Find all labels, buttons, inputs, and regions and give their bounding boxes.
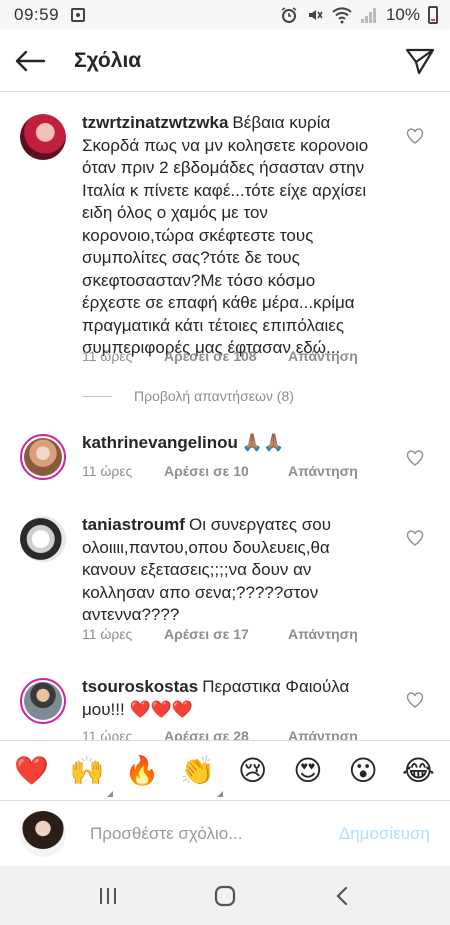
comment-likes[interactable]: Αρέσει σε 10 <box>164 463 288 479</box>
emoji-laughing[interactable]: 😂 <box>398 751 438 791</box>
view-replies-button[interactable]: Προβολή απαντήσεων (8) <box>82 388 294 404</box>
comment-likes[interactable]: Αρέσει σε 28 <box>164 728 288 740</box>
comment-username[interactable]: tzwrtzinatzwtzwka <box>82 113 228 132</box>
comment-username[interactable]: taniastroumf <box>82 515 185 534</box>
comment-time: 11 ώρες <box>82 463 133 479</box>
mute-icon <box>308 10 323 20</box>
emoji-quick-bar: ❤️ 🙌 🔥 👏 😢 😍 😮 😂 <box>0 740 450 800</box>
comment-text: kathrinevangelinou 🙏🏽🙏🏽 <box>82 432 378 455</box>
page-title: Σχόλια <box>74 48 142 72</box>
reply-button[interactable]: Απάντηση <box>288 626 358 642</box>
recents-button[interactable] <box>88 876 128 916</box>
reply-button[interactable]: Απάντηση <box>288 728 358 740</box>
avatar[interactable] <box>20 678 66 724</box>
reply-button[interactable]: Απάντηση <box>288 348 358 364</box>
comment-time: 11 ώρες <box>82 728 133 740</box>
comment-likes[interactable]: Αρέσει σε 17 <box>164 626 288 642</box>
post-button[interactable]: Δημοσίευση <box>339 824 430 844</box>
comment-meta: 11 ώρες Αρέσει σε 17 Απάντηση <box>82 626 358 642</box>
share-button[interactable] <box>390 30 450 92</box>
heart-outline-icon[interactable] <box>406 529 424 547</box>
nav-back-icon <box>336 886 347 905</box>
avatar[interactable] <box>20 434 66 480</box>
comment-input[interactable] <box>90 823 310 844</box>
wifi-icon <box>332 7 352 24</box>
app-header: Σχόλια <box>0 30 450 92</box>
avatar[interactable] <box>20 516 66 562</box>
emoji-clap[interactable]: 👏 <box>177 751 224 797</box>
emoji-heart[interactable]: ❤️ <box>12 751 52 791</box>
comment-username[interactable]: tsouroskostas <box>82 677 198 696</box>
comment-composer: Δημοσίευση <box>0 800 450 866</box>
recents-icon <box>100 887 117 904</box>
comment-meta: 11 ώρες Αρέσει σε 10 Απάντηση <box>82 463 358 479</box>
view-replies-label: Προβολή απαντήσεων (8) <box>134 388 294 404</box>
home-icon <box>214 885 236 906</box>
nav-back-button[interactable] <box>322 876 362 916</box>
divider <box>82 395 112 397</box>
alarm-icon <box>281 7 297 23</box>
comment-likes[interactable]: Αρέσει σε 108 <box>164 348 288 364</box>
emoji-heart-eyes[interactable]: 😍 <box>288 751 328 791</box>
back-button[interactable] <box>0 30 60 92</box>
paper-plane-icon <box>405 48 435 74</box>
arrow-left-icon <box>15 50 46 71</box>
comment-text: tsouroskostas Περαστικα Φαιούλα μου!!! ❤️… <box>82 676 378 721</box>
status-bar: 09:59 10% <box>0 0 450 30</box>
heart-outline-icon[interactable] <box>406 691 424 709</box>
comment-text: tzwrtzinatzwtzwka Βέβαια κυρία Σκορδά πως… <box>82 112 378 360</box>
comment-meta: 11 ώρες Αρέσει σε 28 Απάντηση <box>82 728 358 740</box>
emoji-crying[interactable]: 😢 <box>233 751 273 791</box>
reply-button[interactable]: Απάντηση <box>288 463 358 479</box>
comment-time: 11 ώρες <box>82 348 133 364</box>
heart-outline-icon[interactable] <box>406 449 424 467</box>
comment-content: 🙏🏽🙏🏽 <box>241 433 285 452</box>
emoji-fire[interactable]: 🔥 <box>122 751 162 791</box>
battery-percent: 10% <box>385 5 420 24</box>
notification-icon <box>71 8 86 22</box>
current-user-avatar <box>20 810 66 857</box>
heart-outline-icon[interactable] <box>406 127 424 145</box>
emoji-raised-hands[interactable]: 🙌 <box>67 751 113 797</box>
comment-time: 11 ώρες <box>82 626 133 642</box>
signal-icon <box>360 8 376 23</box>
comment-username[interactable]: kathrinevangelinou <box>82 433 238 452</box>
comment-text: taniastroumf Οι συνεργατες σου ολοιιιι,πα… <box>82 514 378 627</box>
avatar[interactable] <box>20 114 66 160</box>
home-button[interactable] <box>205 876 245 916</box>
comment-list[interactable]: tzwrtzinatzwtzwka Βέβαια κυρία Σκορδά πως… <box>0 92 450 740</box>
comment-content: Βέβαια κυρία Σκορδά πως να μν κολησετε κ… <box>82 113 369 357</box>
comment-meta: 11 ώρες Αρέσει σε 108 Απάντηση <box>82 348 358 364</box>
status-time: 09:59 <box>14 5 60 24</box>
emoji-surprised[interactable]: 😮 <box>343 751 383 791</box>
battery-icon <box>428 6 438 24</box>
system-nav-bar <box>0 866 450 925</box>
status-indicators: 10% <box>280 5 438 25</box>
